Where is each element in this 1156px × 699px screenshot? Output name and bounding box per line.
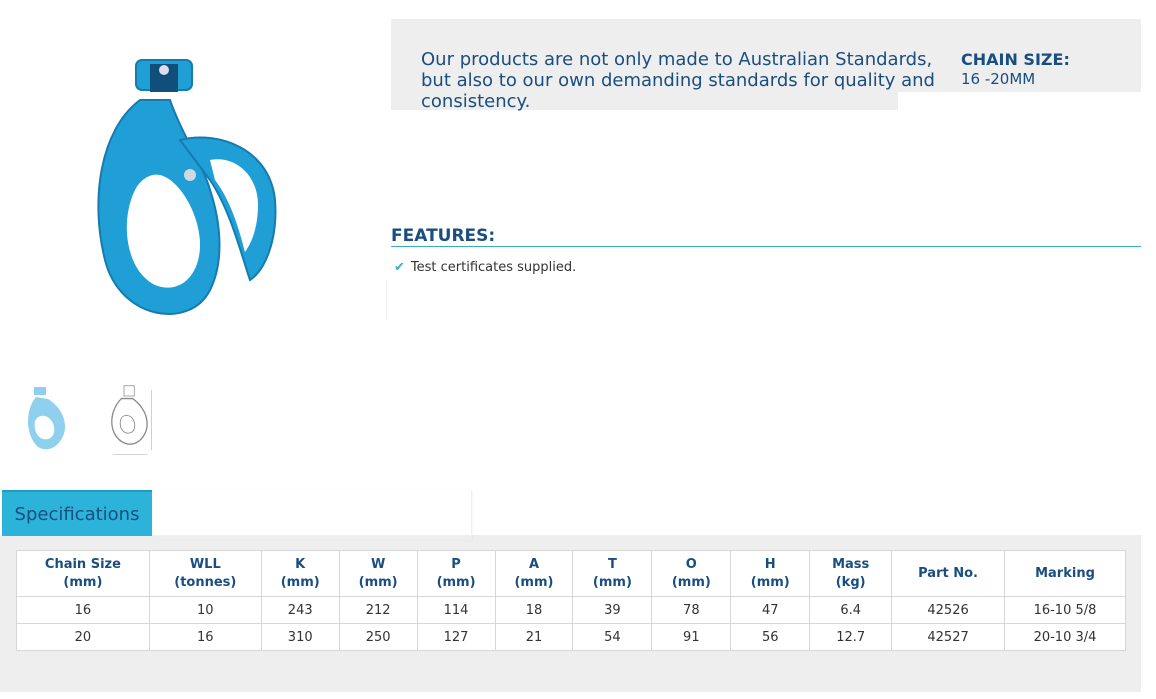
column-header: Chain Size (mm)	[16, 550, 150, 597]
table-cell: 54	[572, 623, 653, 651]
table-cell: 212	[338, 596, 418, 624]
header-unit: (mm)	[671, 574, 711, 590]
column-header: Marking	[1004, 550, 1126, 597]
column-header: Part No.	[891, 550, 1005, 597]
table-cell: 18	[494, 596, 574, 624]
tab-specifications[interactable]: Specifications	[2, 490, 152, 536]
column-header: H (mm)	[730, 550, 811, 597]
header-unit: (tonnes)	[174, 574, 237, 590]
table-cell: 91	[651, 623, 732, 651]
header-unit: (mm)	[358, 574, 398, 590]
table-cell: 10	[148, 596, 262, 624]
table-row: 20 16 310 250 127 21 54 91 56 12.7 42527…	[16, 623, 1126, 651]
header-label: K	[295, 556, 306, 572]
header-label: Chain Size	[44, 556, 121, 572]
table-cell: 42527	[891, 623, 1005, 651]
table-cell: 39	[572, 596, 653, 624]
table-cell: 21	[494, 623, 574, 651]
column-header: Mass (kg)	[809, 550, 893, 597]
header-label: O	[685, 556, 697, 572]
table-cell: 16-10 5/8	[1004, 596, 1126, 624]
header-unit: (kg)	[835, 574, 866, 590]
header-label: Mass	[832, 556, 870, 572]
header-unit: (mm)	[63, 574, 103, 590]
chain-size-value: 16 -20MM	[961, 70, 1036, 88]
column-header: T (mm)	[572, 550, 653, 597]
table-cell: 12.7	[809, 623, 893, 651]
table-cell: 16	[16, 596, 150, 624]
specifications-table: Chain Size (mm) WLL (tonnes) K (mm) W (mm) P…	[16, 550, 1126, 651]
header-label: H	[764, 556, 776, 572]
column-header: WLL (tonnes)	[148, 550, 262, 597]
header-unit: (mm)	[592, 574, 632, 590]
header-label: WLL	[189, 556, 221, 572]
divider	[386, 280, 387, 320]
feature-item: ✔ Test certificates supplied.	[394, 260, 576, 275]
column-header: P (mm)	[416, 550, 496, 597]
thumbnail-drawing[interactable]	[100, 375, 160, 465]
table-cell: 20	[16, 623, 150, 651]
features-title: FEATURES:	[391, 226, 496, 246]
thumbnail-strip	[15, 375, 160, 465]
column-header: O (mm)	[651, 550, 732, 597]
chain-size-label: CHAIN SIZE:	[961, 50, 1070, 69]
table-row: 16 10 243 212 114 18 39 78 47 6.4 42526 …	[16, 596, 1126, 624]
header-label: Part No.	[918, 565, 978, 581]
table-cell: 20-10 3/4	[1004, 623, 1126, 651]
header-label: A	[528, 556, 539, 572]
table-cell: 6.4	[809, 596, 893, 624]
column-header: W (mm)	[338, 550, 418, 597]
header-label: P	[451, 556, 461, 572]
header-label: W	[370, 556, 386, 572]
check-icon: ✔	[394, 260, 405, 275]
feature-item-text: Test certificates supplied.	[410, 260, 577, 275]
header-unit: (mm)	[750, 574, 790, 590]
main-product-image	[60, 40, 320, 340]
column-header: K (mm)	[260, 550, 340, 597]
header-label: T	[607, 556, 617, 572]
product-intro: Our products are not only made to Austra…	[421, 49, 935, 112]
table-cell: 42526	[891, 596, 1005, 624]
header-unit: (mm)	[436, 574, 476, 590]
column-header: A (mm)	[494, 550, 574, 597]
header-unit: (mm)	[514, 574, 554, 590]
table-cell: 114	[416, 596, 496, 624]
table-cell: 243	[260, 596, 340, 624]
table-cell: 56	[730, 623, 811, 651]
table-cell: 127	[416, 623, 496, 651]
table-cell: 78	[651, 596, 732, 624]
features-divider	[391, 246, 1141, 247]
thumbnail-photo[interactable]	[15, 375, 75, 465]
table-cell: 16	[148, 623, 262, 651]
table-cell: 250	[338, 623, 418, 651]
table-cell: 47	[730, 596, 811, 624]
table-cell: 310	[260, 623, 340, 651]
header-unit: (mm)	[280, 574, 320, 590]
tab-bar	[152, 490, 472, 540]
header-label: Marking	[1035, 565, 1095, 581]
table-header-row: Chain Size (mm) WLL (tonnes) K (mm) W (mm) P…	[16, 550, 1126, 597]
